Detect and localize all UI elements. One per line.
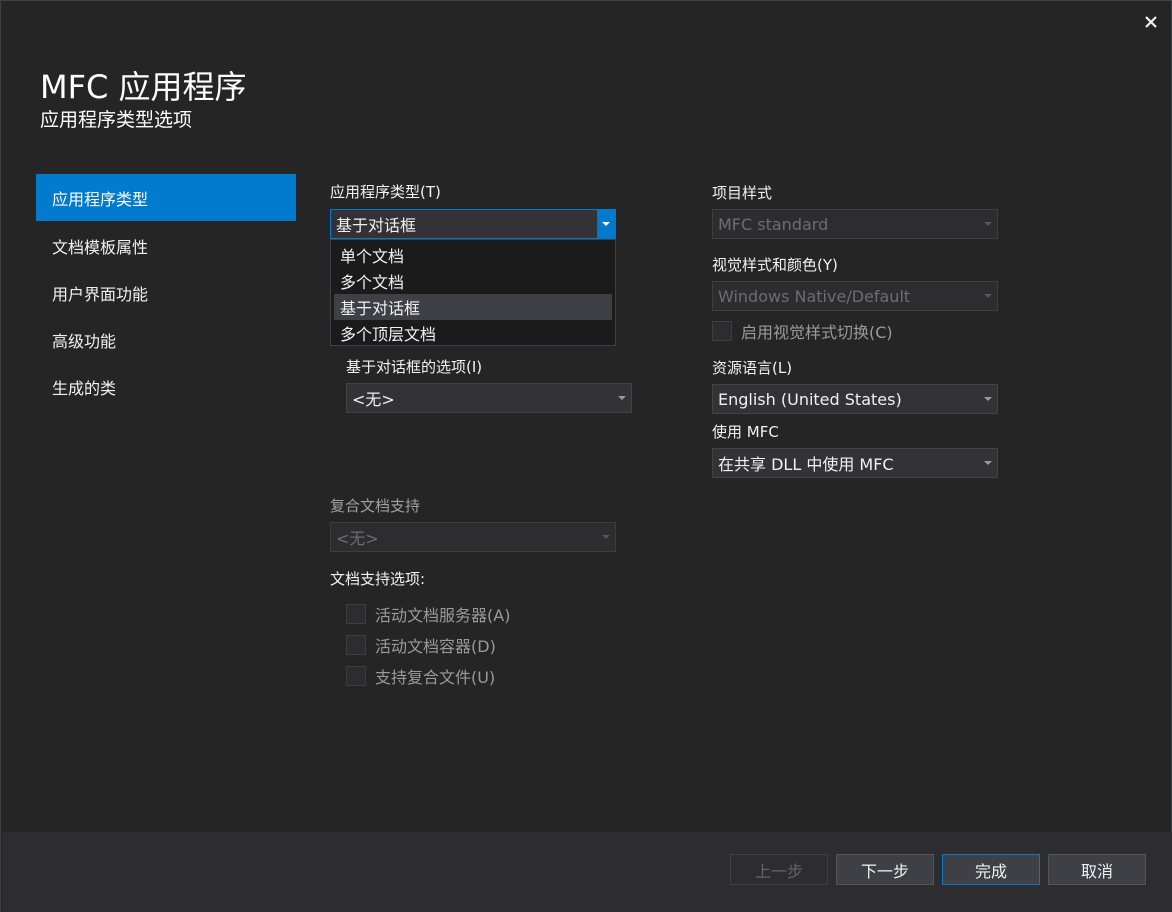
dialog-options-select[interactable]: <无> — [346, 383, 632, 413]
app-type-label: 应用程序类型(T) — [330, 183, 441, 201]
app-type-dropdown-list: 单个文档 多个文档 基于对话框 多个顶层文档 — [330, 239, 616, 346]
checkbox-label: 活动文档服务器(A) — [375, 606, 511, 625]
chevron-down-icon — [597, 523, 615, 551]
compound-doc-select[interactable]: <无> — [330, 522, 616, 552]
dropdown-option-single-doc[interactable]: 单个文档 — [334, 242, 612, 268]
dropdown-option-multi-doc[interactable]: 多个文档 — [334, 268, 612, 294]
sidebar-item-doc-template[interactable]: 文档模板属性 — [36, 222, 296, 269]
chevron-down-icon — [597, 210, 615, 238]
visual-style-select[interactable]: Windows Native/Default — [712, 281, 998, 311]
use-mfc-value: 在共享 DLL 中使用 MFC — [718, 455, 894, 474]
mfc-wizard-window: MFC 应用程序 应用程序类型选项 应用程序类型 文档模板属性 用户界面功能 高… — [0, 0, 1172, 912]
compound-doc-label: 复合文档支持 — [330, 497, 421, 515]
visual-style-toggle-checkbox[interactable]: 启用视觉样式切换(C) — [712, 319, 893, 343]
active-doc-server-checkbox[interactable]: 活动文档服务器(A) — [346, 602, 510, 626]
next-button[interactable]: 下一步 — [836, 854, 934, 885]
use-mfc-select[interactable]: 在共享 DLL 中使用 MFC — [712, 448, 998, 478]
close-button[interactable] — [1139, 10, 1163, 34]
resource-language-value: English (United States) — [718, 389, 902, 409]
app-type-value: 基于对话框 — [336, 216, 417, 235]
doc-support-label: 文档支持选项: — [330, 570, 426, 588]
back-button[interactable]: 上一步 — [730, 854, 828, 885]
finish-button[interactable]: 完成 — [942, 854, 1040, 885]
chevron-down-icon — [979, 210, 997, 238]
checkbox-box[interactable] — [346, 666, 366, 686]
sidebar-item-label: 高级功能 — [52, 331, 117, 351]
use-mfc-label: 使用 MFC — [712, 423, 779, 441]
resource-language-select[interactable]: English (United States) — [712, 384, 998, 414]
chevron-down-icon — [979, 449, 997, 477]
chevron-down-icon — [979, 385, 997, 413]
checkbox-box[interactable] — [346, 635, 366, 655]
sidebar-item-advanced[interactable]: 高级功能 — [36, 316, 296, 363]
chevron-down-icon — [613, 384, 631, 412]
close-icon — [1145, 16, 1157, 28]
sidebar-item-app-type[interactable]: 应用程序类型 — [36, 174, 296, 221]
project-style-label: 项目样式 — [712, 184, 773, 202]
page-subtitle: 应用程序类型选项 — [40, 109, 193, 131]
checkbox-box[interactable] — [712, 321, 732, 341]
app-type-select[interactable]: 基于对话框 — [330, 209, 616, 239]
cancel-button[interactable]: 取消 — [1048, 854, 1146, 885]
dropdown-option-multi-toplevel[interactable]: 多个顶层文档 — [334, 320, 612, 346]
dropdown-option-dialog-based[interactable]: 基于对话框 — [334, 294, 612, 320]
page-title: MFC 应用程序 — [40, 68, 247, 106]
compound-doc-value: <无> — [336, 529, 379, 548]
sidebar-item-ui-features[interactable]: 用户界面功能 — [36, 269, 296, 316]
sidebar-item-label: 生成的类 — [52, 378, 117, 398]
checkbox-label: 启用视觉样式切换(C) — [741, 323, 893, 342]
checkbox-box[interactable] — [346, 604, 366, 624]
active-doc-container-checkbox[interactable]: 活动文档容器(D) — [346, 633, 496, 657]
project-style-value: MFC standard — [718, 214, 829, 234]
checkbox-label: 支持复合文件(U) — [375, 668, 496, 687]
resource-language-label: 资源语言(L) — [712, 359, 793, 377]
checkbox-label: 活动文档容器(D) — [375, 637, 496, 656]
dialog-options-value: <无> — [352, 390, 395, 409]
visual-style-label: 视觉样式和颜色(Y) — [712, 256, 838, 274]
sidebar-item-generated-classes[interactable]: 生成的类 — [36, 363, 296, 410]
chevron-down-icon — [979, 282, 997, 310]
sidebar-item-label: 文档模板属性 — [52, 237, 149, 257]
dialog-options-label: 基于对话框的选项(I) — [346, 358, 483, 376]
visual-style-value: Windows Native/Default — [718, 286, 911, 306]
compound-file-checkbox[interactable]: 支持复合文件(U) — [346, 664, 495, 688]
sidebar-item-label: 应用程序类型 — [52, 189, 149, 209]
project-style-select[interactable]: MFC standard — [712, 209, 998, 239]
sidebar-item-label: 用户界面功能 — [52, 284, 149, 304]
